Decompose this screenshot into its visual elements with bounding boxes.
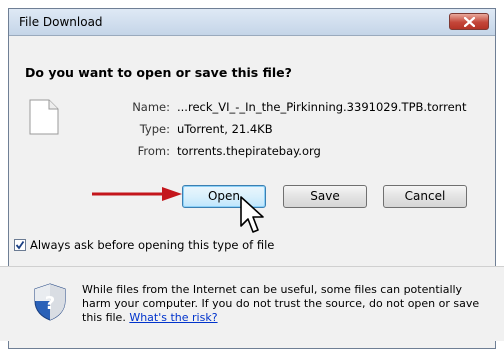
dialog-heading: Do you want to open or save this file? [25, 65, 292, 80]
cancel-button[interactable]: Cancel [383, 185, 467, 208]
file-source-label: From: [137, 144, 170, 158]
file-source-value: torrents.thepiratebay.org [177, 144, 321, 158]
mouse-cursor-icon [240, 196, 264, 233]
file-name-value: ...reck_VI_-_In_the_Pirkinning.3391029.T… [177, 100, 467, 114]
close-icon [464, 17, 475, 27]
close-button[interactable] [449, 13, 489, 30]
checkmark-icon [15, 240, 25, 250]
svg-text:?: ? [45, 293, 55, 314]
file-name-label: Name: [132, 100, 170, 114]
title-bar[interactable]: File Download [9, 9, 495, 36]
always-ask-checkbox[interactable] [14, 239, 26, 251]
window-title: File Download [19, 15, 103, 29]
file-type-value: uTorrent, 21.4KB [177, 122, 273, 136]
save-button[interactable]: Save [283, 185, 367, 208]
file-type-label: Type: [139, 122, 170, 136]
whats-the-risk-link[interactable]: What's the risk? [129, 311, 217, 324]
file-icon [29, 99, 59, 135]
always-ask-label[interactable]: Always ask before opening this type of f… [30, 238, 274, 252]
shield-icon: ? [34, 283, 66, 321]
red-arrow-icon [92, 187, 182, 201]
security-warning: While files from the Internet can be use… [82, 283, 482, 325]
